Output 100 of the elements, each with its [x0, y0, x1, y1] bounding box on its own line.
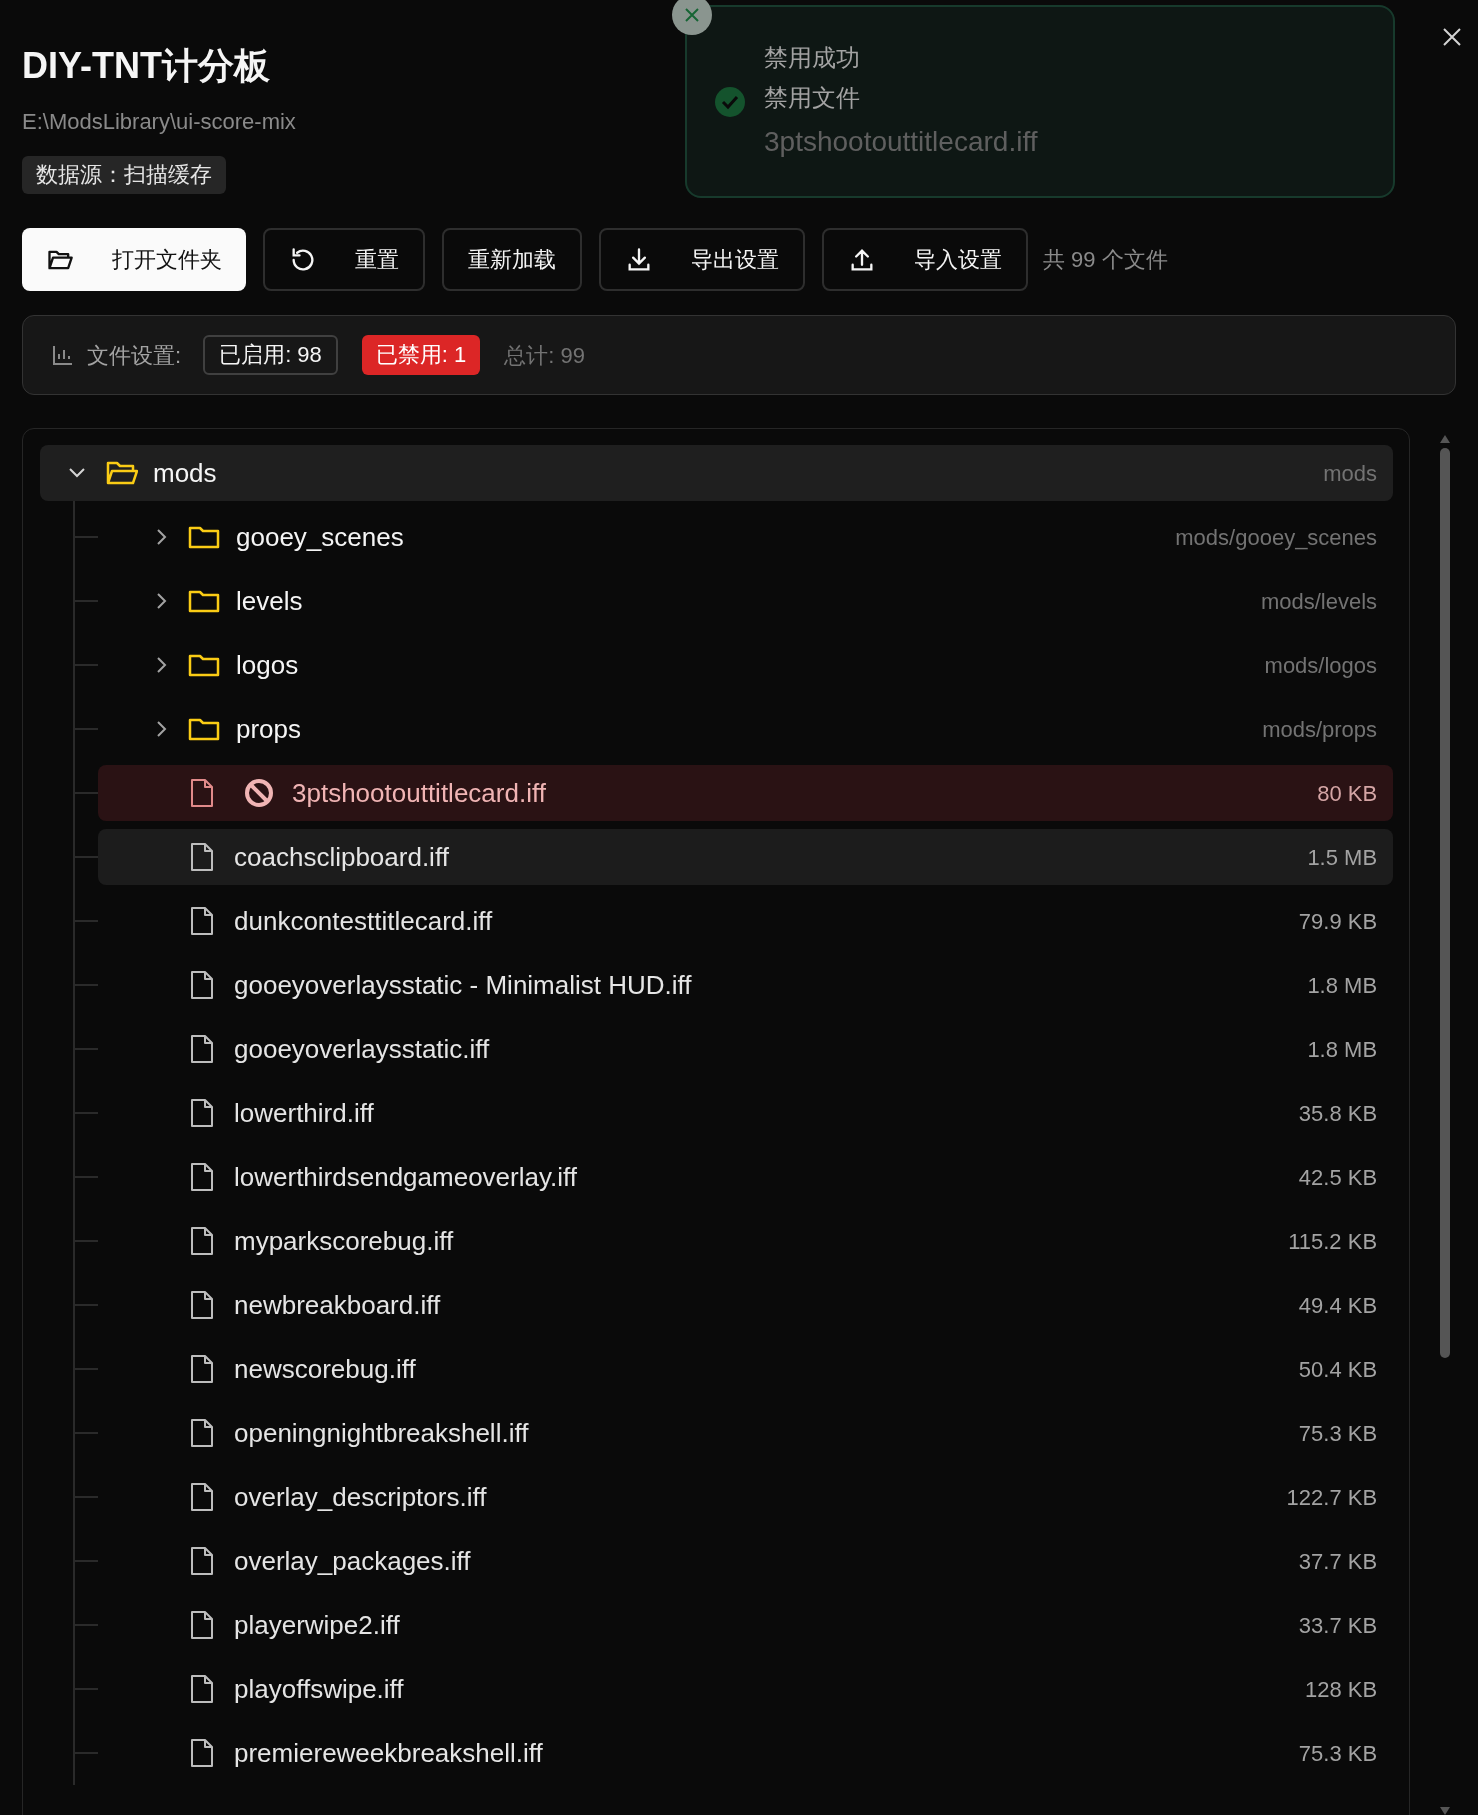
scroll-down-icon[interactable]	[1439, 1806, 1452, 1815]
file-name: newscorebug.iff	[234, 1352, 416, 1386]
file-name: openingnightbreakshell.iff	[234, 1416, 529, 1450]
file-size: 33.7 KB	[1298, 1611, 1378, 1640]
file-row[interactable]: overlay_packages.iff 37.7 KB	[98, 1533, 1394, 1589]
file-icon	[190, 1034, 214, 1064]
folder-path: mods	[1323, 459, 1378, 488]
stats-label: 文件设置:	[87, 341, 182, 370]
file-icon	[190, 1610, 214, 1640]
file-name: dunkcontesttitlecard.iff	[234, 904, 493, 938]
folder-row[interactable]: mods mods	[40, 445, 1394, 501]
file-name: premiereweekbreakshell.iff	[234, 1736, 543, 1770]
file-icon	[190, 778, 214, 808]
disabled-count: 已禁用: 1	[361, 335, 481, 375]
file-size: 80 KB	[1317, 779, 1378, 808]
file-name: coachsclipboard.iff	[234, 840, 449, 874]
file-icon	[190, 1738, 214, 1768]
reload-button[interactable]: 重新加载	[442, 228, 582, 291]
file-icon	[190, 1162, 214, 1192]
folder-name: logos	[236, 648, 299, 682]
close-icon	[684, 7, 700, 23]
file-size: 79.9 KB	[1298, 907, 1378, 936]
page-title: DIY-TNT计分板	[22, 44, 270, 88]
file-size: 1.8 MB	[1307, 971, 1378, 1000]
file-size: 115.2 KB	[1288, 1227, 1378, 1256]
file-row[interactable]: premiereweekbreakshell.iff 75.3 KB	[98, 1725, 1394, 1781]
file-row[interactable]: lowerthird.iff 35.8 KB	[98, 1085, 1394, 1141]
file-size: 75.3 KB	[1298, 1419, 1378, 1448]
file-row[interactable]: dunkcontesttitlecard.iff 79.9 KB	[98, 893, 1394, 949]
bar-chart-icon	[51, 343, 75, 367]
export-button[interactable]: 导出设置	[599, 228, 805, 291]
folder-name: props	[236, 712, 302, 746]
file-row[interactable]: myparkscorebug.iff 115.2 KB	[98, 1213, 1394, 1269]
file-size: 35.8 KB	[1298, 1099, 1378, 1128]
file-size: 75.3 KB	[1298, 1739, 1378, 1768]
file-row[interactable]: playoffswipe.iff 128 KB	[98, 1661, 1394, 1717]
file-name: overlay_packages.iff	[234, 1544, 471, 1578]
file-name: lowerthirdsendgameoverlay.iff	[234, 1160, 577, 1194]
file-row[interactable]: overlay_descriptors.iff 122.7 KB	[98, 1469, 1394, 1525]
file-icon	[190, 1482, 214, 1512]
folder-row[interactable]: levels mods/levels	[98, 573, 1394, 629]
file-row[interactable]: coachsclipboard.iff 1.5 MB	[98, 829, 1394, 885]
file-name: lowerthird.iff	[234, 1096, 374, 1130]
file-name: overlay_descriptors.iff	[234, 1480, 487, 1514]
file-size: 122.7 KB	[1286, 1483, 1378, 1512]
folder-name: mods	[153, 456, 217, 490]
file-icon	[190, 1674, 214, 1704]
file-size: 1.8 MB	[1307, 1035, 1378, 1064]
file-size: 37.7 KB	[1298, 1547, 1378, 1576]
file-size: 50.4 KB	[1298, 1355, 1378, 1384]
file-row[interactable]: gooeyoverlaysstatic - Minimalist HUD.iff 1.8 MB	[98, 957, 1394, 1013]
file-name: gooeyoverlaysstatic - Minimalist HUD.iff	[234, 968, 692, 1002]
file-count: 共 99 个文件	[1043, 246, 1168, 274]
toast-detail: 3ptshootouttitlecard.iff	[764, 124, 1038, 159]
check-circle-icon	[714, 85, 746, 118]
open-button[interactable]: 打开文件夹	[22, 228, 246, 291]
folder-row[interactable]: props mods/props	[98, 701, 1394, 757]
file-name: playerwipe2.iff	[234, 1608, 400, 1642]
toast-message: 禁用文件	[764, 82, 860, 113]
file-name: playoffswipe.iff	[234, 1672, 404, 1706]
ban-icon	[244, 778, 274, 808]
file-icon	[190, 1418, 214, 1448]
file-row[interactable]: lowerthirdsendgameoverlay.iff 42.5 KB	[98, 1149, 1394, 1205]
file-row[interactable]: gooeyoverlaysstatic.iff 1.8 MB	[98, 1021, 1394, 1077]
file-row[interactable]: newbreakboard.iff 49.4 KB	[98, 1277, 1394, 1333]
file-name: 3ptshootouttitlecard.iff	[292, 776, 546, 810]
reset-button[interactable]: 重置	[263, 228, 425, 291]
file-name: gooeyoverlaysstatic.iff	[234, 1032, 490, 1066]
folder-name: gooey_scenes	[236, 520, 404, 554]
file-size: 49.4 KB	[1298, 1291, 1378, 1320]
file-icon	[190, 906, 214, 936]
file-size: 42.5 KB	[1298, 1163, 1378, 1192]
file-row[interactable]: openingnightbreakshell.iff 75.3 KB	[98, 1405, 1394, 1461]
file-icon	[190, 1546, 214, 1576]
toast-close-button[interactable]	[672, 0, 712, 35]
file-icon	[190, 1290, 214, 1320]
file-size: 1.5 MB	[1307, 843, 1378, 872]
folder-path: mods/props	[1262, 715, 1378, 744]
close-icon	[1442, 27, 1462, 47]
enabled-count: 已启用: 98	[203, 335, 338, 375]
folder-path: mods/logos	[1264, 651, 1378, 680]
file-row[interactable]: playerwipe2.iff 33.7 KB	[98, 1597, 1394, 1653]
scroll-up-icon[interactable]	[1439, 434, 1452, 444]
import-button[interactable]: 导入设置	[822, 228, 1028, 291]
file-size: 128 KB	[1304, 1675, 1378, 1704]
toast-title: 禁用成功	[764, 42, 860, 73]
file-name: myparkscorebug.iff	[234, 1224, 454, 1258]
folder-path: mods/levels	[1260, 587, 1378, 616]
scrollbar-thumb[interactable]	[1440, 448, 1451, 1358]
file-icon	[190, 970, 214, 1000]
file-icon	[190, 842, 214, 872]
folder-row[interactable]: logos mods/logos	[98, 637, 1394, 693]
folder-row[interactable]: gooey_scenes mods/gooey_scenes	[98, 509, 1394, 565]
file-icon	[190, 1226, 214, 1256]
folder-path: mods/gooey_scenes	[1175, 523, 1378, 552]
file-row[interactable]: newscorebug.iff 50.4 KB	[98, 1341, 1394, 1397]
file-icon	[190, 1354, 214, 1384]
file-name: newbreakboard.iff	[234, 1288, 441, 1322]
folder-path: E:\ModsLibrary\ui-score-mix	[22, 108, 296, 136]
file-icon	[190, 1098, 214, 1128]
